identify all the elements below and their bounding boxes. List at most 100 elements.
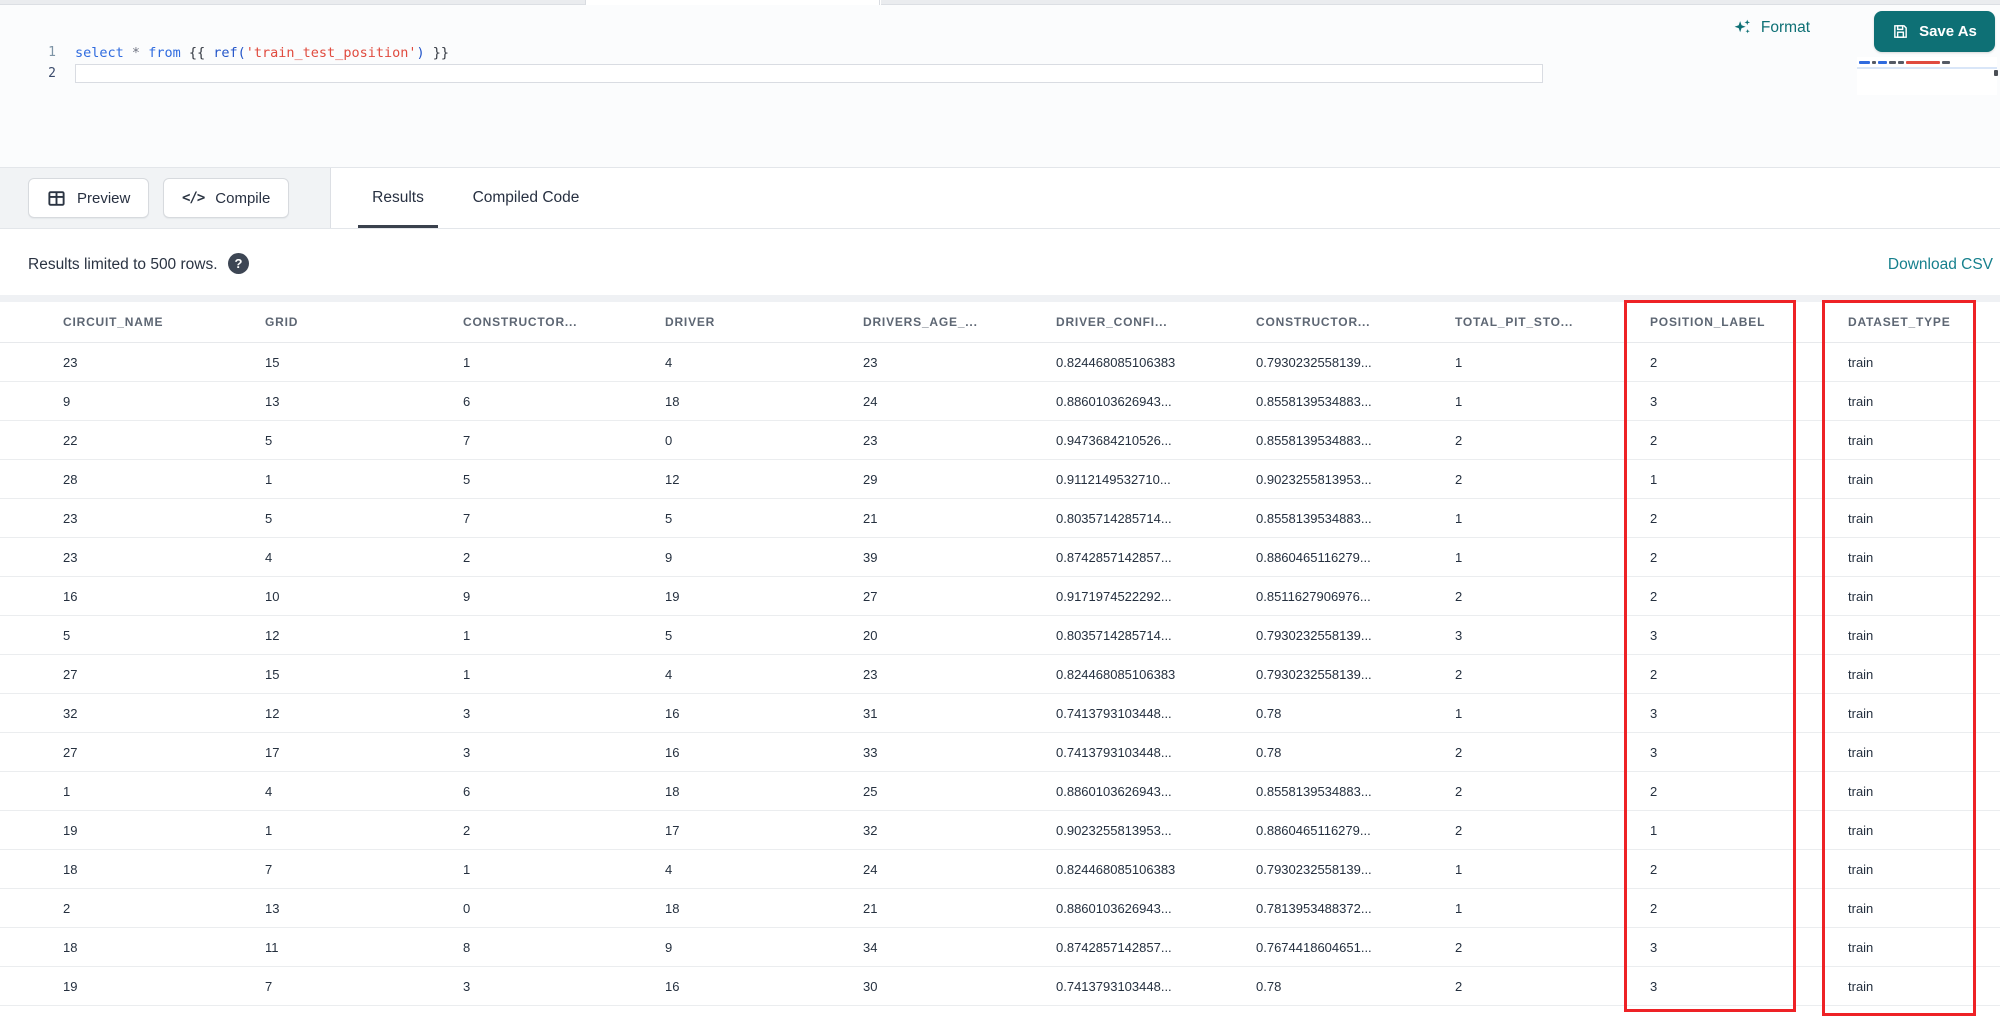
table-cell: train [1848,628,1874,643]
preview-button[interactable]: Preview [28,178,150,218]
results-table: CIRCUIT_NAME GRID CONSTRUCTOR... DRIVER DRIV… [0,302,2000,1006]
table-cell: 13 [265,901,280,916]
gutter-cell [0,928,50,966]
table-cell: 2 [463,823,471,838]
table-cell: 0.8860103626943... [1056,784,1172,799]
table-cell: 17 [665,823,680,838]
table-cell: 2 [63,901,71,916]
table-cell: 0.7413793103448... [1056,745,1172,760]
table-cell: train [1848,589,1874,604]
table-cell: 0.9473684210526... [1056,433,1172,448]
table-cell: 9 [665,940,673,955]
table-cell: 12 [665,472,680,487]
table-cell: 0.7413793103448... [1056,979,1172,994]
table-row: 16 10 9 19 27 0.9171974522292... 0.85116279069… [0,577,2000,616]
table-cell: 3 [463,979,471,994]
table-cell: 2 [1650,901,1658,916]
code-lines[interactable]: 1 select * from {{ ref('train_test_positi… [0,41,1860,83]
code-line[interactable]: 2 [0,64,1860,83]
table-cell: 0.8558139534883... [1256,784,1372,799]
table-cell: 5 [265,511,273,526]
table-cell: 32 [863,823,878,838]
gutter-cell [0,421,50,459]
table-cell: 5 [63,628,71,643]
table-row: 28 1 5 12 29 0.9112149532710... 0.902325581395… [0,460,2000,499]
gutter-cell [0,694,50,732]
table-cell: 1 [1455,550,1463,565]
column-header: POSITION_LABEL [1650,315,1766,329]
table-cell: 1 [1650,823,1658,838]
table-cell: 27 [63,667,78,682]
table-cell: 2 [1455,979,1463,994]
gutter-cell [0,343,50,381]
table-cell: 16 [63,589,78,604]
save-as-button[interactable]: Save As [1874,11,1995,52]
column-header: DATASET_TYPE [1848,315,1951,329]
table-cell: 10 [265,589,280,604]
table-cell: 3 [1455,628,1463,643]
table-cell: 0.78 [1256,706,1282,721]
column-header: DRIVER [665,315,716,329]
table-cell: 0.7813953488372... [1256,901,1372,916]
table-cell: 0.7930232558139... [1256,355,1372,370]
table-cell: train [1848,433,1874,448]
table-row: 27 17 3 16 33 0.7413793103448... 0.78 2 3 train [0,733,2000,772]
table-cell: 0.8558139534883... [1256,394,1372,409]
table-cell: 0.7413793103448... [1056,706,1172,721]
table-cell: train [1848,355,1874,370]
preview-label: Preview [77,189,131,207]
tab-results[interactable]: Results [358,168,438,228]
table-cell: 0.9112149532710... [1056,472,1171,487]
table-cell: 23 [63,550,78,565]
table-cell: 9 [463,589,471,604]
table-cell: 4 [665,667,673,682]
table-cell: 12 [265,628,280,643]
table-cell: 39 [863,550,878,565]
table-cell: 19 [63,823,78,838]
code-content[interactable]: select * from {{ ref('train_test_positio… [75,45,449,61]
table-cell: 9 [63,394,71,409]
table-cell: 2 [1455,823,1463,838]
table-cell: 2 [1455,784,1463,799]
table-cell: 2 [1650,511,1658,526]
column-header: CONSTRUCTOR... [463,315,578,329]
table-cell: 3 [463,745,471,760]
table-cell: 0.824468085106383 [1056,355,1176,370]
compile-label: Compile [215,189,271,207]
code-content[interactable] [75,64,1543,83]
line-number: 2 [48,66,56,81]
tab-compiled-code[interactable]: Compiled Code [468,168,584,228]
table-cell: 0.78 [1256,979,1282,994]
compile-button[interactable]: </> Compile [163,178,290,218]
table-cell: 18 [665,901,680,916]
table-cell: 21 [863,511,878,526]
table-cell: 8 [463,940,471,955]
code-line[interactable]: 1 select * from {{ ref('train_test_positi… [0,43,1860,62]
table-row: 5 12 1 5 20 0.8035714285714... 0.7930232558139… [0,616,2000,655]
editor-scrollbar-thumb[interactable] [1994,70,1998,76]
table-cell: 4 [665,355,673,370]
table-cell: 20 [863,628,878,643]
gutter-cell [0,577,50,615]
table-cell: train [1848,979,1874,994]
format-button[interactable]: Format [1733,18,1810,37]
column-header: TOTAL_PIT_STO... [1455,315,1574,329]
table-cell: 5 [665,628,673,643]
table-cell: 19 [63,979,78,994]
editor-minimap[interactable] [1857,57,1997,95]
table-cell: 2 [1455,940,1463,955]
download-csv-link[interactable]: Download CSV [1888,256,1993,274]
table-cell: 2 [463,550,471,565]
table-cell: 7 [265,979,273,994]
gutter-cell [0,302,50,342]
table-cell: 7 [265,862,273,877]
table-row: 18 7 1 4 24 0.824468085106383 0.7930232558139.… [0,850,2000,889]
table-cell: 1 [463,355,471,370]
table-cell: 1 [463,628,471,643]
help-icon[interactable]: ? [228,253,249,274]
table-cell: 1 [1455,355,1463,370]
sql-editor[interactable]: Format Save As 1 select * from {{ ref('tr… [0,5,2000,167]
table-row: 2 13 0 18 21 0.8860103626943... 0.781395348837… [0,889,2000,928]
table-cell: 0 [665,433,673,448]
table-cell: 1 [1455,862,1463,877]
